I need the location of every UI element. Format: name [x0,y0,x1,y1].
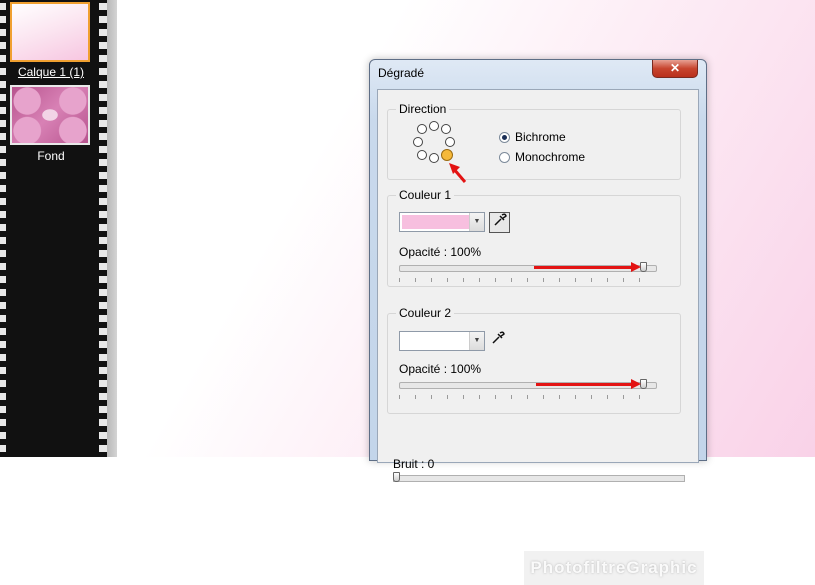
color2-select[interactable]: ▼ [399,331,485,351]
monochrome-label[interactable]: Monochrome [515,150,585,164]
bichrome-option[interactable]: Bichrome [499,130,566,144]
direction-dot-top-right[interactable] [441,124,451,134]
color2-opacity-label: Opacité : 100% [399,362,482,376]
layer-thumbnail-calque-1[interactable] [10,2,90,62]
chevron-down-icon[interactable]: ▼ [469,213,484,231]
chevron-down-icon[interactable]: ▼ [469,332,484,350]
dialog-title: Dégradé [378,66,425,80]
direction-group: Direction Bichrome Monochrome [387,102,681,183]
color2-swatch [402,334,469,348]
direction-dot-top-left[interactable] [417,124,427,134]
red-arrow-icon [536,379,641,389]
red-arrow-icon [534,262,641,272]
eyedropper-icon[interactable] [489,212,510,233]
color1-label: Couleur 1 [396,188,455,202]
color1-slider-ticks [399,278,655,282]
direction-dot-top[interactable] [429,121,439,131]
direction-dot-right[interactable] [445,137,455,147]
color1-opacity-label: Opacité : 100% [399,245,482,259]
direction-dot-left[interactable] [413,137,423,147]
layer-thumbnail-fond[interactable] [10,85,90,145]
direction-dot-bottom-left[interactable] [417,150,427,160]
direction-label: Direction [396,102,450,116]
layer-label-fond[interactable]: Fond [6,149,96,163]
bichrome-label[interactable]: Bichrome [515,130,566,144]
red-arrow-icon [449,163,467,183]
watermark: PhotofiltreGraphic [524,551,704,585]
close-button[interactable]: ✕ [652,60,698,78]
noise-slider[interactable] [393,475,685,482]
color1-swatch [402,215,469,229]
color2-label: Couleur 2 [396,306,455,320]
monochrome-option[interactable]: Monochrome [499,150,585,164]
color2-opacity-thumb[interactable] [640,379,647,389]
eyedropper-icon[interactable] [487,331,508,352]
color2-slider-ticks [399,395,655,399]
direction-dot-bottom-right[interactable] [441,149,453,161]
direction-dot-bottom[interactable] [429,153,439,163]
gradient-dialog: Dégradé ✕ Direction Bichrome Monochrome … [369,59,707,585]
layer-label-calque-1[interactable]: Calque 1 (1) [6,65,96,79]
noise-label: Bruit : 0 [393,457,435,471]
color1-opacity-thumb[interactable] [640,262,647,272]
color2-group: Couleur 2 ▼ Opacité : 100% PhotofiltreGr… [387,306,704,585]
color1-group: Couleur 1 ▼ Opacité : 100% [387,188,681,287]
monochrome-radio[interactable] [499,151,510,163]
bichrome-radio[interactable] [499,131,510,143]
layers-panel: Calque 1 (1) Fond [0,0,107,457]
dialog-body: Direction Bichrome Monochrome Couleur 1 … [377,89,704,585]
panel-separator [107,0,117,457]
color1-select[interactable]: ▼ [399,212,485,232]
film-perforations-right [99,0,107,457]
noise-thumb[interactable] [393,472,400,482]
